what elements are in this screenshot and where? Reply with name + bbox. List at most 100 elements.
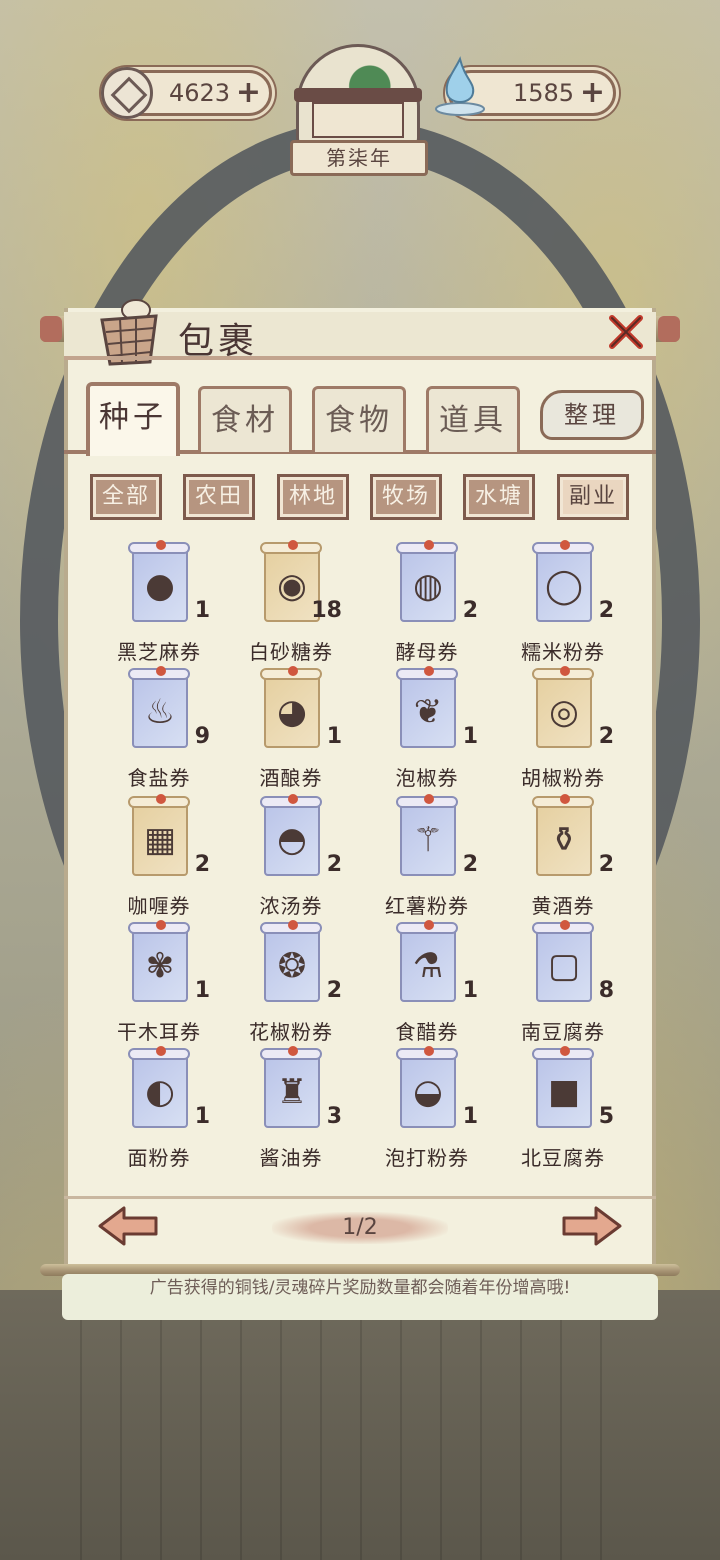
inventory-item[interactable]: ◍ 2 酵母券 [362, 540, 492, 672]
item-label: 面粉券 [127, 1146, 191, 1170]
sort-button[interactable]: 整理 [540, 390, 644, 440]
tab-tools[interactable]: 道具 [426, 386, 520, 452]
item-count: 2 [462, 852, 478, 877]
inventory-item[interactable]: ■ 5 北豆腐券 [498, 1046, 628, 1178]
tab-ingredients[interactable]: 食材 [198, 386, 292, 452]
homestead-roof-decoration [294, 88, 422, 102]
inventory-item[interactable]: ◓ 2 浓汤券 [226, 794, 356, 926]
floor-grid-decoration [80, 1320, 640, 1560]
inventory-item[interactable]: ❦ 1 泡椒券 [362, 666, 492, 798]
item-count: 8 [598, 978, 614, 1003]
black-sesame-bowl-icon: ● [145, 566, 175, 606]
tab-seeds[interactable]: 种子 [86, 382, 180, 456]
year-label: 第柒年 [290, 140, 428, 176]
soy-sauce-bottle-icon: ♜ [276, 1072, 308, 1112]
item-count: 1 [462, 1104, 478, 1129]
inventory-item[interactable]: ⚚ 2 红薯粉券 [362, 794, 492, 926]
item-label: 酒酿券 [259, 766, 323, 790]
item-label: 酵母券 [395, 640, 459, 664]
item-count: 2 [326, 978, 342, 1003]
item-count: 5 [598, 1104, 614, 1129]
inventory-item[interactable]: ♨ 9 食盐券 [94, 666, 224, 798]
inventory-item[interactable]: ❂ 2 花椒粉券 [226, 920, 356, 1052]
tab-food[interactable]: 食物 [312, 386, 406, 452]
inventory-item[interactable]: ♜ 3 酱油券 [226, 1046, 356, 1178]
item-label: 食盐券 [127, 766, 191, 790]
spirit-counter: 1585 + [435, 56, 616, 116]
firm-tofu-icon: ■ [547, 1072, 581, 1112]
item-label: 北豆腐券 [521, 1146, 605, 1170]
item-label: 白砂糖券 [249, 640, 333, 664]
item-count: 2 [598, 598, 614, 623]
inventory-item[interactable]: ◯ 2 糯米粉券 [498, 540, 628, 672]
filter-woodland[interactable]: 林地 [277, 474, 349, 520]
sichuan-pepper-powder-icon: ❂ [277, 946, 307, 986]
inventory-item[interactable]: ✾ 1 干木耳券 [94, 920, 224, 1052]
curry-blocks-icon: ▦ [143, 820, 177, 860]
baking-powder-icon: ◒ [413, 1072, 443, 1112]
item-count: 1 [194, 978, 210, 1003]
inventory-item[interactable]: ◒ 1 泡打粉券 [362, 1046, 492, 1178]
flour-bowl-icon: ◐ [145, 1072, 175, 1112]
filter-sideline[interactable]: 副业 [557, 474, 629, 520]
soup-pot-icon: ◓ [277, 820, 307, 860]
page-indicator: 1/2 [272, 1212, 448, 1244]
filter-all[interactable]: 全部 [90, 474, 162, 520]
item-label: 酱油券 [259, 1146, 323, 1170]
item-label: 泡椒券 [395, 766, 459, 790]
prev-page-arrow-icon[interactable] [96, 1204, 160, 1248]
rice-wine-crock-icon: ◕ [277, 692, 307, 732]
coin-value: 4623 [169, 79, 231, 107]
white-sugar-jar-icon: ◉ [277, 566, 307, 606]
inventory-item[interactable]: ◐ 1 面粉券 [94, 1046, 224, 1178]
yellow-wine-jar-icon: ⚱ [549, 820, 579, 860]
salt-pot-icon: ♨ [144, 692, 176, 732]
filter-ranch[interactable]: 牧场 [370, 474, 442, 520]
item-count: 2 [326, 852, 342, 877]
item-count: 2 [598, 852, 614, 877]
item-count: 2 [598, 724, 614, 749]
inventory-item[interactable]: ◉ 18 白砂糖券 [226, 540, 356, 672]
inventory-item[interactable]: ◎ 2 胡椒粉券 [498, 666, 628, 798]
vinegar-bottle-icon: ⚗ [412, 946, 444, 986]
inventory-item[interactable]: ◕ 1 酒酿券 [226, 666, 356, 798]
item-label: 花椒粉券 [249, 1020, 333, 1044]
close-icon[interactable] [604, 312, 648, 352]
homestead-body-decoration [312, 102, 404, 138]
pepper-powder-basket-icon: ◎ [549, 692, 579, 732]
copper-coin-icon [101, 67, 153, 119]
sweet-potato-starch-icon: ⚚ [412, 820, 444, 860]
rod-cap-decoration [40, 316, 62, 342]
dried-fungus-icon: ✾ [145, 946, 175, 986]
item-label: 干木耳券 [117, 1020, 201, 1044]
item-label: 黑芝麻券 [117, 640, 201, 664]
item-count: 1 [462, 724, 478, 749]
item-label: 胡椒粉券 [521, 766, 605, 790]
item-count: 2 [194, 852, 210, 877]
inventory-item[interactable]: ⚱ 2 黄酒券 [498, 794, 628, 926]
item-count: 9 [194, 724, 210, 749]
inventory-item[interactable]: ⚗ 1 食醋券 [362, 920, 492, 1052]
item-count: 1 [462, 978, 478, 1003]
item-label: 食醋券 [395, 1020, 459, 1044]
item-count: 3 [326, 1104, 342, 1129]
item-label: 泡打粉券 [385, 1146, 469, 1170]
spirit-value: 1585 [513, 79, 575, 107]
glutinous-rice-flour-plate-icon: ◯ [544, 566, 584, 606]
header-divider [64, 356, 656, 360]
coin-counter: 4623 + [101, 67, 272, 119]
add-spirit-button[interactable]: + [580, 76, 605, 110]
inventory-item[interactable]: ▦ 2 咖喱券 [94, 794, 224, 926]
spirit-flame-icon [435, 56, 485, 116]
item-count: 1 [194, 598, 210, 623]
next-page-arrow-icon[interactable] [560, 1204, 624, 1248]
item-label: 黄酒券 [531, 894, 595, 918]
pickled-pepper-icon: ❦ [413, 692, 443, 732]
filter-farmland[interactable]: 农田 [183, 474, 255, 520]
filter-pond[interactable]: 水塘 [463, 474, 535, 520]
add-coins-button[interactable]: + [236, 76, 261, 110]
item-count: 1 [326, 724, 342, 749]
inventory-item[interactable]: ● 1 黑芝麻券 [94, 540, 224, 672]
item-label: 红薯粉券 [385, 894, 469, 918]
inventory-item[interactable]: ▢ 8 南豆腐券 [498, 920, 628, 1052]
